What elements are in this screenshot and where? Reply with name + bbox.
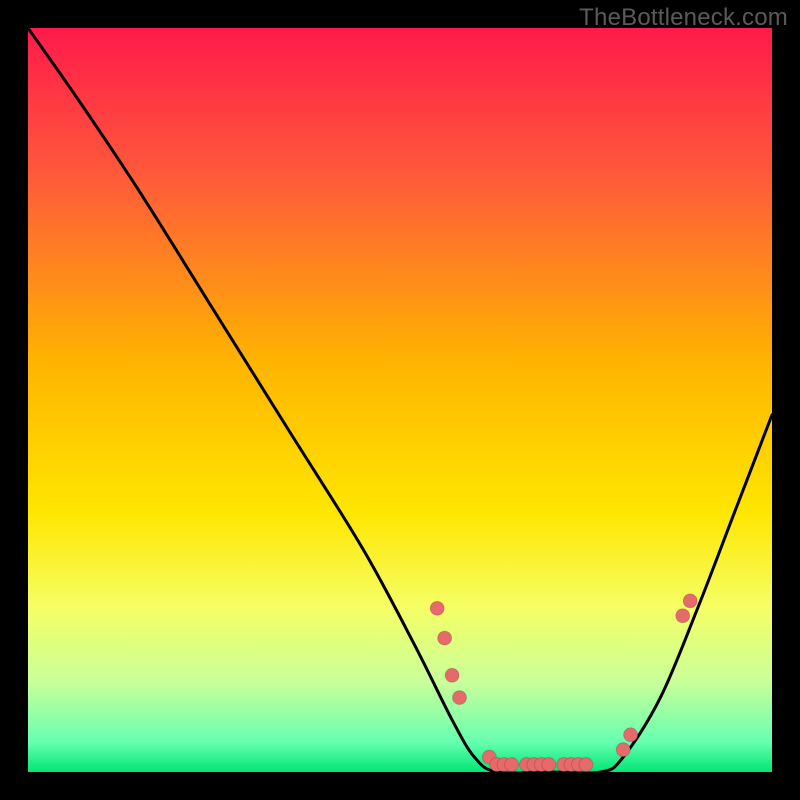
chart-svg: [28, 28, 772, 772]
data-marker: [624, 728, 638, 742]
data-marker: [579, 758, 593, 772]
data-marker: [683, 594, 697, 608]
data-marker: [430, 601, 444, 615]
data-marker: [445, 668, 459, 682]
data-marker: [438, 631, 452, 645]
plot-area: [28, 28, 772, 772]
data-marker: [453, 691, 467, 705]
watermark-label: TheBottleneck.com: [579, 4, 788, 32]
data-marker: [676, 609, 690, 623]
data-marker: [505, 758, 519, 772]
data-marker: [616, 743, 630, 757]
data-marker: [542, 758, 556, 772]
chart-frame: TheBottleneck.com: [0, 0, 800, 800]
